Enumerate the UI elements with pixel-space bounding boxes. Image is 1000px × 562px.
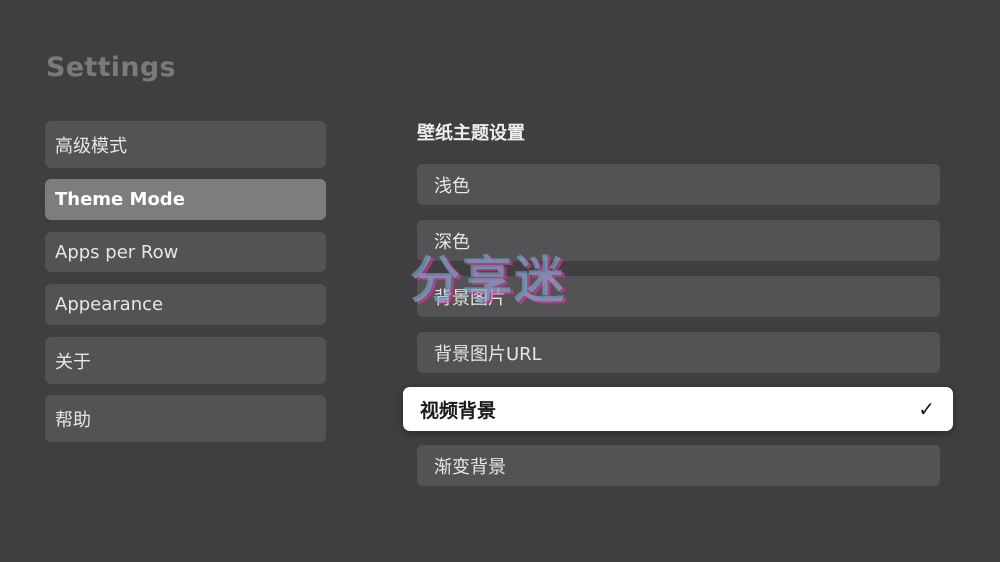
option-background-image-url[interactable]: 背景图片URL [417,332,940,373]
option-label: 背景图片 [434,287,506,309]
option-label: 背景图片URL [434,343,542,365]
option-label: 视频背景 [420,399,497,422]
option-label: 浅色 [434,175,470,197]
section-title: 壁纸主题设置 [417,123,525,144]
option-video-background[interactable]: 视频背景 ✓ [403,387,953,431]
option-light[interactable]: 浅色 [417,164,940,205]
option-dark[interactable]: 深色 [417,220,940,261]
option-label: 渐变背景 [434,456,506,478]
sidebar-item-help[interactable]: 帮助 [45,395,326,442]
option-gradient-background[interactable]: 渐变背景 [417,445,940,486]
check-icon: ✓ [918,397,935,421]
option-label: 深色 [434,231,470,253]
sidebar-item-about[interactable]: 关于 [45,337,326,384]
settings-screen: Settings 高级模式 Theme Mode Apps per Row Ap… [0,0,1000,562]
sidebar-item-appearance[interactable]: Appearance [45,284,326,325]
page-title: Settings [46,52,176,83]
sidebar-item-apps-per-row[interactable]: Apps per Row [45,232,326,272]
sidebar-item-theme-mode[interactable]: Theme Mode [45,179,326,220]
sidebar-item-advanced-mode[interactable]: 高级模式 [45,121,326,168]
option-background-image[interactable]: 背景图片 [417,276,940,317]
